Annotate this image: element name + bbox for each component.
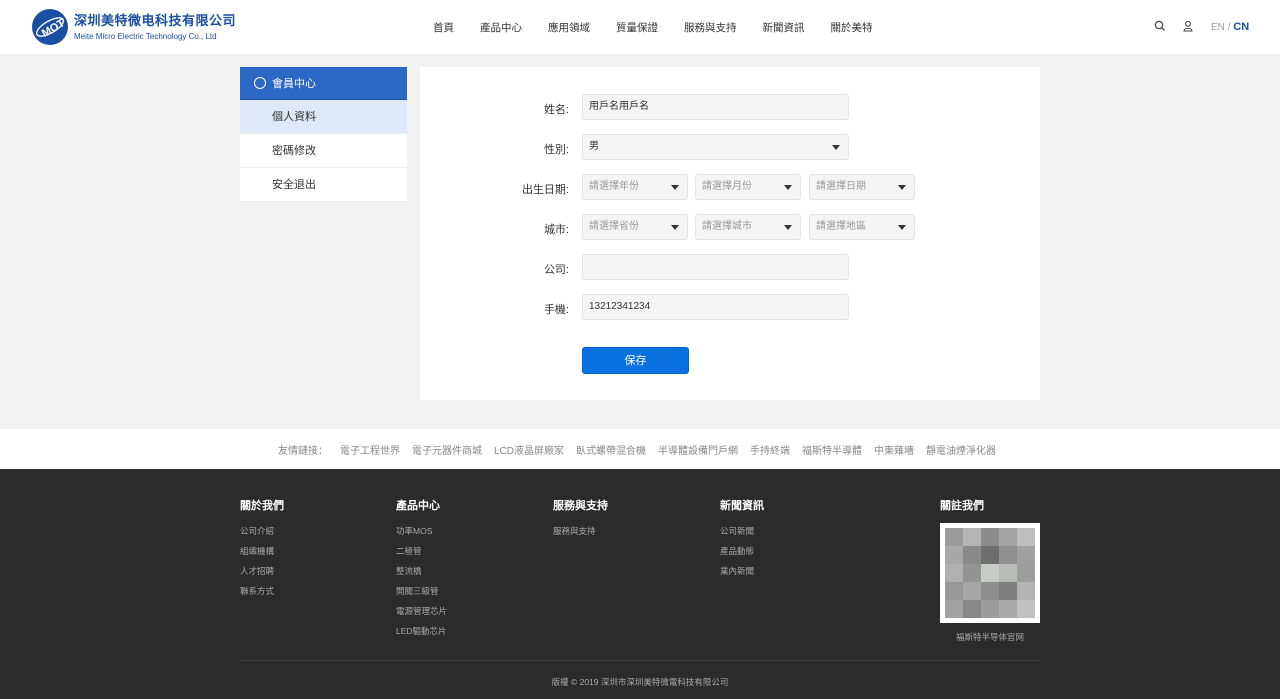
city-select[interactable]: 請選擇城市 — [695, 214, 801, 240]
gender-label: 性別: — [543, 144, 569, 156]
footer-col-products: 產品中心 功率MOS 二極管 整流橋 開關三級管 電源管理芯片 LED驅動芯片 — [396, 497, 447, 647]
footer-col-title: 新聞資訊 — [720, 500, 764, 512]
friend-links: 友情鏈接： 電子工程世界 電子元器件商城 LCD液晶屏廠家 臥式螺帶混合機 半導… — [0, 429, 1280, 469]
nav-about[interactable]: 關於美特 — [831, 20, 873, 35]
nav-quality[interactable]: 質量保證 — [616, 20, 658, 35]
city-label: 城市: — [543, 224, 569, 236]
friend-link[interactable]: 電子元器件商城 — [412, 442, 482, 457]
nav-applications[interactable]: 應用領域 — [548, 20, 590, 35]
phone-label: 手機: — [543, 304, 569, 316]
friend-link[interactable]: 福斯特半導體 — [802, 442, 862, 457]
footer-link[interactable]: 聯系方式 — [240, 587, 284, 596]
province-placeholder: 請選擇省份 — [589, 221, 639, 232]
member-center-header: 會員中心 — [240, 67, 407, 100]
footer-link[interactable]: 組織機構 — [240, 547, 284, 556]
footer-col-title: 服務與支持 — [553, 500, 608, 512]
nav-service[interactable]: 服務與支持 — [684, 20, 737, 35]
friend-link[interactable]: LCD液晶屏廠家 — [494, 442, 564, 457]
footer-link[interactable]: 服務與支持 — [553, 527, 608, 536]
footer-link[interactable]: 公司新聞 — [720, 527, 764, 536]
footer-link[interactable]: 功率MOS — [396, 527, 447, 536]
lang-en[interactable]: EN — [1211, 22, 1225, 33]
caret-down-icon — [898, 185, 906, 190]
qr-code-icon — [945, 528, 1035, 618]
footer-link[interactable]: 產品動態 — [720, 547, 764, 556]
sidebar-item-password[interactable]: 密碼修改 — [240, 134, 407, 168]
qr-code — [940, 523, 1040, 623]
name-field[interactable]: 用戶名用戶名 — [582, 94, 849, 120]
birth-day-select[interactable]: 請選擇日期 — [809, 174, 915, 200]
birth-day-placeholder: 請選擇日期 — [816, 181, 866, 192]
friend-links-label: 友情鏈接： — [277, 445, 328, 457]
birth-month-placeholder: 請選擇月份 — [702, 181, 752, 192]
caret-down-icon — [671, 185, 679, 190]
logo-subtitle: Meite Micro Electric Technology Co., Ltd — [74, 31, 217, 41]
friend-link[interactable]: 臥式螺帶混合機 — [576, 442, 646, 457]
company-logo[interactable]: MOT 深圳美特微电科技有限公司 Meite Micro Electric Te… — [32, 9, 236, 45]
qr-caption: 福斯特半导体官网 — [955, 632, 1024, 642]
phone-field[interactable]: 13212341234 — [582, 294, 849, 320]
company-label: 公司: — [543, 264, 569, 276]
logo-mark-icon: MOT — [32, 9, 68, 45]
company-field[interactable] — [582, 254, 849, 280]
nav-news[interactable]: 新聞資訊 — [763, 20, 805, 35]
footer-col-service: 服務與支持 服務與支持 — [553, 497, 608, 547]
district-select[interactable]: 請選擇地區 — [809, 214, 915, 240]
language-switch: EN / CN — [1211, 21, 1249, 33]
lang-separator: / — [1227, 22, 1231, 33]
search-icon[interactable] — [1154, 20, 1166, 32]
copyright: 版權 © 2019 深圳市深圳美特微電科技有限公司 — [551, 677, 729, 687]
sidebar-item-logout[interactable]: 安全退出 — [240, 168, 407, 202]
user-icon[interactable] — [1182, 20, 1194, 32]
friend-link[interactable]: 中東薙墻 — [874, 442, 914, 457]
member-sidebar: 會員中心 個人資料 密碼修改 安全退出 — [240, 67, 407, 202]
member-center-title: 會員中心 — [272, 78, 316, 90]
city-placeholder: 請選擇城市 — [702, 221, 752, 232]
footer-col-news: 新聞資訊 公司新聞 產品動態 業內新聞 — [720, 497, 764, 587]
footer-link[interactable]: 公司介紹 — [240, 527, 284, 536]
birth-year-placeholder: 請選擇年份 — [589, 181, 639, 192]
main-nav: 首頁 產品中心 應用領域 質量保證 服務與支持 新聞資訊 關於美特 — [433, 20, 873, 35]
caret-down-icon — [832, 145, 840, 150]
footer-col-title: 關於我們 — [240, 500, 284, 512]
footer-col-title: 關註我們 — [940, 500, 984, 512]
footer-link[interactable]: LED驅動芯片 — [396, 627, 447, 636]
nav-home[interactable]: 首頁 — [433, 20, 454, 35]
birth-month-select[interactable]: 請選擇月份 — [695, 174, 801, 200]
lang-cn[interactable]: CN — [1233, 21, 1249, 33]
nav-products[interactable]: 產品中心 — [480, 20, 522, 35]
friend-link[interactable]: 靜電油煙淨化器 — [926, 442, 996, 457]
footer-divider — [240, 660, 1040, 661]
save-button[interactable]: 保存 — [582, 347, 689, 374]
profile-form: 姓名: 用戶名用戶名 性別: 男 出生日期: 請選擇年份 請選擇月份 請選擇日期… — [420, 67, 1040, 400]
gender-select[interactable]: 男 — [582, 134, 849, 160]
footer-link[interactable]: 整流橋 — [396, 567, 447, 576]
gender-value: 男 — [589, 141, 599, 152]
footer-link[interactable]: 二極管 — [396, 547, 447, 556]
friend-link[interactable]: 半導體設備門戶網 — [658, 442, 738, 457]
province-select[interactable]: 請選擇省份 — [582, 214, 688, 240]
friend-link[interactable]: 電子工程世界 — [340, 442, 400, 457]
sidebar-item-profile[interactable]: 個人資料 — [240, 100, 407, 134]
birthdate-label: 出生日期: — [521, 184, 569, 196]
friend-link[interactable]: 手持終端 — [750, 442, 790, 457]
member-icon — [254, 77, 266, 89]
footer-link[interactable]: 業內新聞 — [720, 567, 764, 576]
footer-link[interactable]: 電源管理芯片 — [396, 607, 447, 616]
caret-down-icon — [671, 225, 679, 230]
footer-col-title: 產品中心 — [396, 500, 440, 512]
caret-down-icon — [784, 185, 792, 190]
site-footer: 關於我們 公司介紹 組織機構 人才招聘 聯系方式 產品中心 功率MOS 二極管 … — [0, 469, 1280, 699]
district-placeholder: 請選擇地區 — [816, 221, 866, 232]
caret-down-icon — [784, 225, 792, 230]
footer-link[interactable]: 人才招聘 — [240, 567, 284, 576]
caret-down-icon — [898, 225, 906, 230]
site-header: MOT 深圳美特微电科技有限公司 Meite Micro Electric Te… — [0, 0, 1280, 54]
footer-col-about: 關於我們 公司介紹 組織機構 人才招聘 聯系方式 — [240, 497, 284, 607]
footer-link[interactable]: 開關三級管 — [396, 587, 447, 596]
birth-year-select[interactable]: 請選擇年份 — [582, 174, 688, 200]
name-label: 姓名: — [543, 104, 569, 116]
logo-title: 深圳美特微电科技有限公司 — [74, 12, 237, 28]
